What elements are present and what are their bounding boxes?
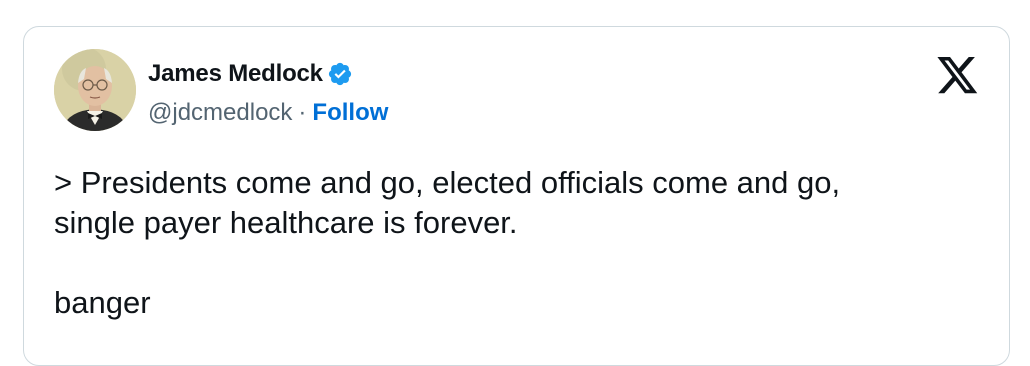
follow-button[interactable]: Follow xyxy=(312,99,388,127)
author-display-name[interactable]: James Medlock xyxy=(148,60,323,88)
x-logo-icon[interactable] xyxy=(937,57,979,95)
tweet-text: > Presidents come and go, elected offici… xyxy=(54,165,841,320)
author-handle[interactable]: @jdcmedlock xyxy=(148,99,292,127)
portrait-avatar-image xyxy=(54,49,136,131)
separator-dot: · xyxy=(298,99,307,126)
verified-badge-icon xyxy=(327,61,353,87)
author-handle-row: @jdcmedlock · Follow xyxy=(148,97,388,129)
avatar[interactable] xyxy=(54,49,136,131)
author-name-row: James Medlock xyxy=(148,57,353,91)
tweet-card[interactable]: James Medlock @jdcmedlock · Follow > Pre… xyxy=(23,26,1010,366)
